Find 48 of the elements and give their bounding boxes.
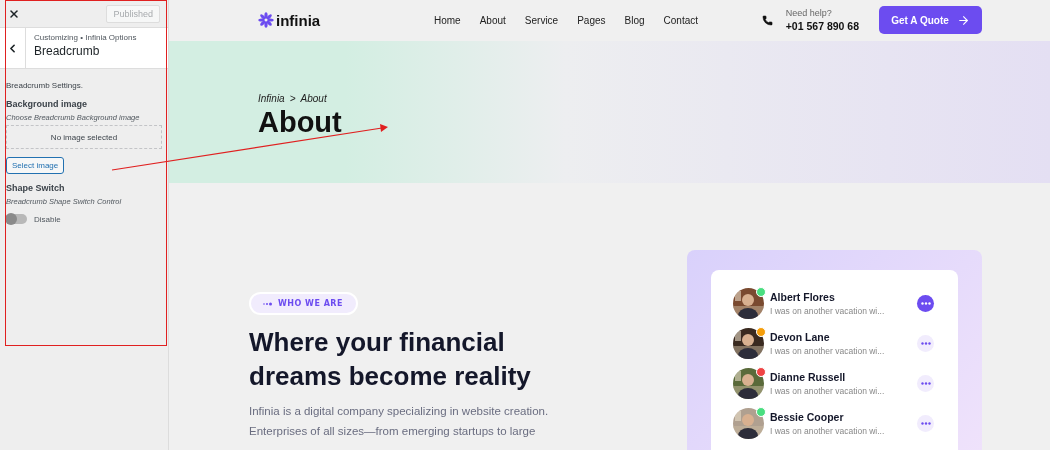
message-preview: I was on another vacation wi... — [770, 426, 886, 436]
arrow-right-icon — [956, 13, 970, 27]
message-preview: I was on another vacation wi... — [770, 346, 886, 356]
contact-name: Albert Flores — [770, 291, 836, 303]
contact-name: Bessie Cooper — [770, 411, 845, 423]
breadcrumb-current: About — [300, 92, 327, 104]
logo-text: infinia — [276, 11, 321, 29]
more-button[interactable] — [917, 375, 934, 392]
help-label: Need help? — [785, 8, 833, 19]
page-title: About — [258, 105, 343, 139]
nav-link[interactable]: Contact — [663, 14, 699, 26]
logo-icon — [258, 12, 274, 29]
more-button[interactable] — [917, 415, 934, 432]
section-description: Breadcrumb Settings. — [6, 81, 83, 90]
badge-text: WHO WE ARE — [278, 299, 343, 308]
phone-number: +01 567 890 68 — [785, 20, 859, 33]
more-icon — [920, 342, 931, 345]
more-icon — [920, 422, 931, 425]
select-image-button[interactable]: Select image — [6, 157, 65, 174]
breadcrumb-link[interactable]: Infinia — [258, 92, 285, 104]
nav-link[interactable]: Service — [524, 14, 559, 26]
nav-link[interactable]: Pages — [577, 14, 606, 26]
toggle-label: Disable — [34, 214, 61, 224]
nav-link[interactable]: About — [479, 14, 506, 26]
close-icon — [8, 7, 20, 20]
message-preview: I was on another vacation wi... — [770, 386, 886, 396]
get-quote-button[interactable]: Get A Quote — [879, 6, 982, 35]
more-button[interactable] — [917, 335, 934, 352]
panel-title: Breadcrumb — [34, 44, 101, 58]
toggle-switch[interactable] — [6, 214, 27, 224]
close-button[interactable] — [8, 7, 20, 20]
more-button[interactable] — [917, 295, 934, 312]
setting-label: Shape Switch — [6, 183, 65, 193]
more-icon — [920, 302, 931, 305]
section-heading: Where your financial dreams become reality — [249, 326, 532, 393]
nav-link[interactable]: Blog — [624, 14, 645, 26]
section-paragraph: Infinia is a digital company specializing in website creation. Enterprises of all sizes—from emerging startups to large — [249, 404, 550, 439]
contact-name: Dianne Russell — [770, 371, 847, 383]
nav-link[interactable]: Home — [434, 14, 461, 26]
more-icon — [920, 382, 931, 385]
message-preview: I was on another vacation wi... — [770, 306, 886, 316]
breadcrumb-separator: > — [289, 92, 296, 104]
setting-label: Background image — [6, 99, 88, 109]
phone-icon — [761, 14, 773, 26]
dots-icon — [263, 301, 272, 306]
contact-name: Devon Lane — [770, 331, 831, 343]
customizer-breadcrumb: Customizing • Infinia Options — [34, 33, 137, 42]
image-drop-field[interactable]: No image selected — [6, 125, 162, 149]
